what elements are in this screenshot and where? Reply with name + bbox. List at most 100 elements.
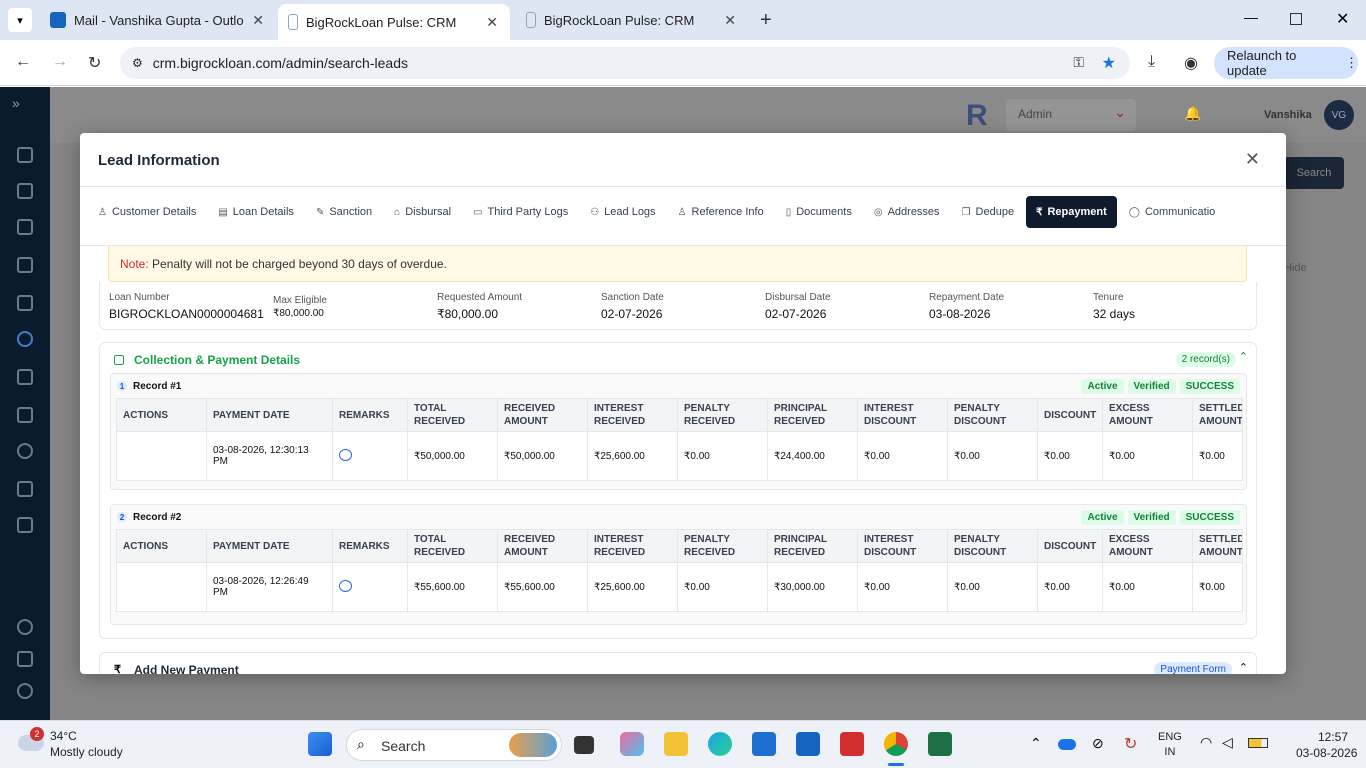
browser-tab-crm-active[interactable]: BigRockLoan Pulse: CRM ✕ bbox=[278, 4, 510, 40]
loan-summary: Loan Number BIGROCKLOAN0000004681 Max El… bbox=[99, 282, 1257, 330]
chart-icon[interactable] bbox=[17, 257, 33, 273]
tab-disbursal[interactable]: ⌂ Disbursal bbox=[384, 196, 461, 228]
browser-tab-crm[interactable]: BigRockLoan Pulse: CRM ✕ bbox=[516, 0, 748, 40]
settings-icon[interactable] bbox=[17, 619, 33, 635]
clock-icon[interactable] bbox=[17, 443, 33, 459]
hide-button-dimmed[interactable]: Hide bbox=[1284, 262, 1307, 274]
password-key-icon[interactable]: ⚿ bbox=[1073, 54, 1084, 71]
store-icon[interactable] bbox=[752, 732, 776, 756]
address-bar[interactable]: ⚙ crm.bigrockloan.com/admin/search-leads… bbox=[120, 47, 1130, 79]
repayment-panel: Note: Penalty will not be charged beyond… bbox=[80, 245, 1286, 674]
collection-header[interactable]: Collection & Payment Details bbox=[114, 353, 300, 367]
forward-icon[interactable]: → bbox=[52, 53, 68, 71]
chat-icon[interactable] bbox=[339, 579, 352, 592]
language-indicator[interactable]: ENG IN bbox=[1158, 730, 1182, 760]
weather-widget[interactable]: 2 34°C Mostly cloudy bbox=[14, 727, 164, 763]
search-icon[interactable] bbox=[17, 331, 33, 347]
user-add-icon[interactable] bbox=[17, 183, 33, 199]
new-tab-icon[interactable]: + bbox=[760, 9, 772, 32]
back-icon[interactable]: ← bbox=[15, 53, 31, 71]
expand-sidebar-icon[interactable]: » bbox=[12, 95, 20, 111]
close-icon[interactable]: ✕ bbox=[1245, 149, 1260, 170]
chevron-up-icon[interactable]: ⌃ bbox=[1239, 350, 1248, 363]
document-icon[interactable] bbox=[17, 219, 33, 235]
bookmark-star-icon[interactable]: ★ bbox=[1102, 53, 1116, 73]
tab-search-dropdown[interactable]: ▾ bbox=[8, 8, 32, 32]
message-icon[interactable] bbox=[17, 517, 33, 533]
lead-information-modal: Lead Information ✕ ♙ Customer Details ▤ Lo… bbox=[80, 133, 1286, 674]
clock-date[interactable]: 03-08-2026 bbox=[1296, 746, 1357, 760]
chrome-active-indicator bbox=[888, 763, 904, 766]
users-icon[interactable] bbox=[17, 295, 33, 311]
chevron-up-icon[interactable]: ⌃ bbox=[1239, 661, 1248, 674]
tab-sanction[interactable]: ✎ Sanction bbox=[306, 196, 382, 228]
actions-cell[interactable] bbox=[116, 562, 207, 612]
site-info-icon[interactable]: ⚙ bbox=[132, 56, 143, 70]
search-button-dimmed[interactable]: Search bbox=[1284, 157, 1344, 189]
tab-addresses[interactable]: ◎ Addresses bbox=[864, 196, 950, 228]
reload-icon[interactable]: ↻ bbox=[88, 53, 101, 73]
table-header-row: ACTIONS PAYMENT DATE REMARKS TOTAL RECEI… bbox=[116, 398, 1243, 432]
money-icon[interactable] bbox=[17, 481, 33, 497]
browser-tab-mail[interactable]: Mail - Vanshika Gupta - Outlo ✕ bbox=[40, 0, 276, 40]
sync-icon[interactable]: ↻ bbox=[1124, 734, 1137, 754]
network-off-icon[interactable]: ⊘ bbox=[1092, 735, 1104, 752]
remarks-cell bbox=[332, 562, 408, 612]
task-view-icon[interactable] bbox=[574, 736, 594, 754]
outlook-icon[interactable] bbox=[796, 732, 820, 756]
table-header-row: ACTIONS PAYMENT DATE REMARKS TOTAL RECEI… bbox=[116, 529, 1243, 563]
file-explorer-icon[interactable] bbox=[664, 732, 688, 756]
chrome-icon[interactable] bbox=[884, 732, 908, 756]
payment-table: ACTIONS PAYMENT DATE REMARKS TOTAL RECEI… bbox=[116, 398, 1243, 481]
tab-documents[interactable]: ▯ Documents bbox=[776, 196, 862, 228]
tab-communication[interactable]: ◯ Communicatio bbox=[1119, 196, 1226, 228]
restore-icon[interactable] bbox=[1290, 13, 1302, 25]
calendar-icon[interactable] bbox=[17, 407, 33, 423]
onedrive-icon[interactable] bbox=[1058, 739, 1076, 750]
copilot-icon[interactable] bbox=[620, 732, 644, 756]
notification-icon[interactable] bbox=[17, 683, 33, 699]
payment-table: ACTIONS PAYMENT DATE REMARKS TOTAL RECEI… bbox=[116, 529, 1243, 612]
close-tab-icon[interactable]: ✕ bbox=[724, 12, 736, 29]
tab-third-party-logs[interactable]: ▭ Third Party Logs bbox=[463, 196, 578, 228]
clock-time[interactable]: 12:57 bbox=[1318, 730, 1348, 744]
add-new-payment-section[interactable]: ₹ Add New Payment Payment Form ⌃ bbox=[99, 652, 1257, 674]
relaunch-button[interactable]: Relaunch to update ⋮ bbox=[1214, 47, 1358, 79]
avatar[interactable]: VG bbox=[1324, 100, 1354, 130]
close-tab-icon[interactable]: ✕ bbox=[486, 14, 498, 31]
tab-customer-details[interactable]: ♙ Customer Details bbox=[88, 196, 206, 228]
download-icon[interactable]: ⤓ bbox=[1148, 53, 1155, 71]
battery-icon[interactable] bbox=[1248, 738, 1268, 748]
close-window-icon[interactable]: ✕ bbox=[1336, 9, 1349, 29]
windows-start-icon[interactable] bbox=[308, 732, 332, 756]
tab-loan-details[interactable]: ▤ Loan Details bbox=[208, 196, 304, 228]
dashboard-icon[interactable] bbox=[17, 147, 33, 163]
tab-repayment[interactable]: ₹ Repayment bbox=[1026, 196, 1117, 228]
disbursal-date: Disbursal Date 02-07-2026 bbox=[765, 292, 831, 321]
taskbar-search[interactable]: ⌕ Search bbox=[346, 729, 562, 761]
record-header: 1 Record #1 Active Verified SUCCESS bbox=[111, 374, 1246, 398]
wifi-icon[interactable]: ◠ bbox=[1200, 734, 1212, 751]
actions-cell[interactable] bbox=[116, 431, 207, 481]
chevron-up-icon[interactable]: ⌃ bbox=[1030, 735, 1042, 752]
wps-icon[interactable] bbox=[840, 732, 864, 756]
status-badge: Active bbox=[1081, 510, 1124, 525]
edge-icon[interactable] bbox=[708, 732, 732, 756]
volume-icon[interactable]: ◁ bbox=[1222, 734, 1233, 751]
bell-icon[interactable]: 🔔 bbox=[1184, 105, 1201, 122]
notes-icon[interactable] bbox=[17, 651, 33, 667]
chat-icon[interactable] bbox=[339, 448, 352, 461]
profile-icon[interactable]: ◉ bbox=[1184, 53, 1198, 73]
close-tab-icon[interactable]: ✕ bbox=[252, 12, 264, 29]
excel-icon[interactable] bbox=[928, 732, 952, 756]
more-menu-icon[interactable]: ⋮ bbox=[1345, 55, 1358, 71]
shield-icon[interactable] bbox=[17, 369, 33, 385]
minimize-icon[interactable]: — bbox=[1244, 9, 1258, 25]
table-row: 03-08-2026, 12:26:49 PM ₹55,600.00 ₹55,6… bbox=[116, 562, 1243, 612]
status-badge: SUCCESS bbox=[1179, 379, 1240, 394]
tab-dedupe[interactable]: ❐ Dedupe bbox=[952, 196, 1025, 228]
tab-reference-info[interactable]: ♙ Reference Info bbox=[668, 196, 774, 228]
tab-lead-logs[interactable]: ⚇ Lead Logs bbox=[580, 196, 665, 228]
payment-form-badge: Payment Form bbox=[1154, 662, 1232, 674]
role-select[interactable]: Admin ⌄ bbox=[1006, 99, 1136, 131]
